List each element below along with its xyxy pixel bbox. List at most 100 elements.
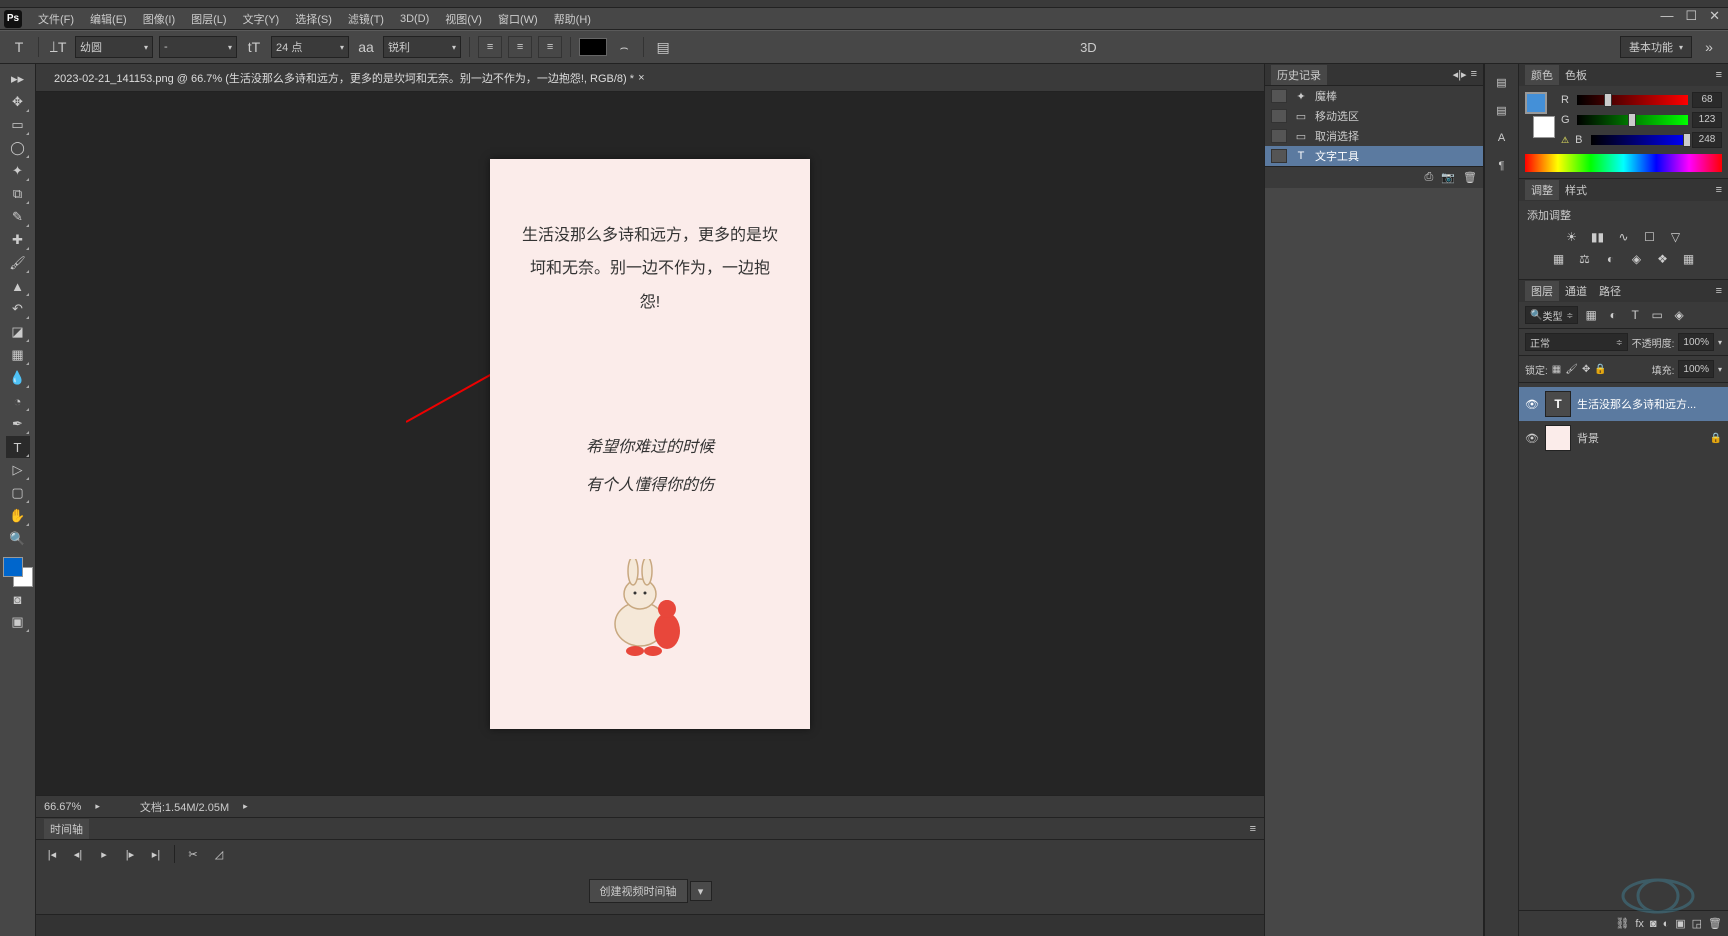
menu-3d[interactable]: 3D(D) xyxy=(392,10,437,28)
collapsed-panel-icon[interactable]: ▤ xyxy=(1492,100,1512,120)
zoom-menu-icon[interactable]: ▸ xyxy=(95,801,100,812)
layer-effects-icon[interactable]: fx xyxy=(1635,918,1644,930)
delete-state-icon[interactable]: 🗑 xyxy=(1463,171,1477,184)
menu-edit[interactable]: 编辑(E) xyxy=(82,8,135,30)
adjustments-tab[interactable]: 调整 xyxy=(1525,180,1559,200)
align-right-button[interactable]: ≡ xyxy=(538,36,562,58)
type-tool[interactable]: T xyxy=(6,436,30,458)
panel-menu-icon[interactable]: » xyxy=(1698,36,1720,58)
zoom-level[interactable]: 66.67% xyxy=(44,801,81,813)
menu-window[interactable]: 窗口(W) xyxy=(490,8,546,30)
menu-layer[interactable]: 图层(L) xyxy=(183,8,234,30)
document-tab-close-icon[interactable]: × xyxy=(638,72,644,84)
panel-menu-icon[interactable]: ≡ xyxy=(1716,285,1722,297)
paths-tab[interactable]: 路径 xyxy=(1593,281,1627,301)
collapsed-panel-icon[interactable]: ¶ xyxy=(1492,156,1512,176)
history-item[interactable]: ▭移动选区 xyxy=(1265,106,1483,126)
pen-tool[interactable]: ✒ xyxy=(6,413,30,435)
photo-filter-icon[interactable]: ◈ xyxy=(1628,251,1646,267)
timeline-menu-icon[interactable]: ≡ xyxy=(1250,823,1256,835)
menu-filter[interactable]: 滤镜(T) xyxy=(340,8,392,30)
new-fill-adjustment-icon[interactable]: ◐ xyxy=(1663,918,1670,930)
brush-tool[interactable]: 🖌 xyxy=(6,252,30,274)
foreground-color-swatch[interactable] xyxy=(3,557,23,577)
color-tab[interactable]: 颜色 xyxy=(1525,65,1559,85)
vibrance-icon[interactable]: ▽ xyxy=(1667,229,1685,245)
layer-item[interactable]: 👁 背景 🔒 xyxy=(1519,421,1728,455)
font-family-dropdown[interactable]: 幼圆▾ xyxy=(75,36,153,58)
blur-tool[interactable]: 💧 xyxy=(6,367,30,389)
create-video-timeline-button[interactable]: 创建视频时间轴 xyxy=(589,879,688,903)
lock-pixels-icon[interactable]: 🖌 xyxy=(1565,364,1578,375)
window-close-icon[interactable]: ✕ xyxy=(1709,8,1720,24)
color-picker-tool[interactable] xyxy=(3,557,33,587)
menu-view[interactable]: 视图(V) xyxy=(437,8,490,30)
color-spectrum[interactable] xyxy=(1525,154,1722,172)
layer-filter-type-dropdown[interactable]: 🔍 类型 ≑ xyxy=(1525,306,1578,324)
timeline-tab[interactable]: 时间轴 xyxy=(44,819,89,839)
workspace-dropdown[interactable]: 基本功能▾ xyxy=(1620,36,1692,58)
blue-value-input[interactable]: 248 xyxy=(1692,132,1722,148)
3d-label[interactable]: 3D xyxy=(1080,40,1097,55)
tool-preset-icon[interactable]: T xyxy=(8,36,30,58)
panel-menu-icon[interactable]: ≡ xyxy=(1471,68,1477,81)
new-group-icon[interactable]: ▣ xyxy=(1675,917,1685,930)
panel-collapse-icon[interactable]: ◂|▸ xyxy=(1453,68,1467,81)
brightness-contrast-icon[interactable]: ☀ xyxy=(1563,229,1581,245)
expand-toolbox-icon[interactable]: ▸▸ xyxy=(6,68,30,90)
hand-tool[interactable]: ✋ xyxy=(6,505,30,527)
canvas-viewport[interactable]: 生活没那么多诗和远方，更多的是坎坷和无奈。别一边不作为，一边抱怨! 希望你难过的… xyxy=(36,92,1264,795)
window-maximize-icon[interactable]: ☐ xyxy=(1685,8,1697,24)
eraser-tool[interactable]: ◪ xyxy=(6,321,30,343)
hue-saturation-icon[interactable]: ▦ xyxy=(1550,251,1568,267)
lock-position-icon[interactable]: ✥ xyxy=(1582,364,1590,375)
menu-image[interactable]: 图像(I) xyxy=(135,8,183,30)
lock-all-icon[interactable]: 🔒 xyxy=(1594,364,1606,375)
quick-mask-icon[interactable]: ◙ xyxy=(6,588,30,610)
align-center-button[interactable]: ≡ xyxy=(508,36,532,58)
fill-input[interactable]: 100% xyxy=(1678,360,1714,378)
timeline-transition-icon[interactable]: ◿ xyxy=(211,846,227,862)
filter-pixel-icon[interactable]: ▦ xyxy=(1582,307,1600,323)
color-panel-swatches[interactable] xyxy=(1525,92,1555,138)
filter-adjustment-icon[interactable]: ◐ xyxy=(1604,307,1622,323)
green-value-input[interactable]: 123 xyxy=(1692,112,1722,128)
doc-info-menu-icon[interactable]: ▸ xyxy=(243,801,248,812)
filter-type-icon[interactable]: T xyxy=(1626,307,1644,323)
history-brush-tool[interactable]: ↶ xyxy=(6,298,30,320)
layer-visibility-icon[interactable]: 👁 xyxy=(1525,432,1539,445)
red-slider[interactable] xyxy=(1577,95,1688,105)
layer-visibility-icon[interactable]: 👁 xyxy=(1525,398,1539,411)
shape-tool[interactable]: ▢ xyxy=(6,482,30,504)
menu-select[interactable]: 选择(S) xyxy=(287,8,340,30)
warp-text-icon[interactable]: ⌢ xyxy=(613,36,635,58)
green-slider[interactable] xyxy=(1577,115,1688,125)
exposure-icon[interactable]: ☐ xyxy=(1641,229,1659,245)
canvas[interactable]: 生活没那么多诗和远方，更多的是坎坷和无奈。别一边不作为，一边抱怨! 希望你难过的… xyxy=(490,159,810,729)
panel-menu-icon[interactable]: ≡ xyxy=(1716,184,1722,196)
new-layer-icon[interactable]: ◲ xyxy=(1692,917,1702,930)
timeline-first-frame-icon[interactable]: |◂ xyxy=(44,846,60,862)
timeline-type-dropdown-icon[interactable]: ▾ xyxy=(690,881,712,901)
text-color-swatch[interactable] xyxy=(579,38,607,56)
timeline-last-frame-icon[interactable]: ▸| xyxy=(148,846,164,862)
filter-smart-icon[interactable]: ◈ xyxy=(1670,307,1688,323)
clone-stamp-tool[interactable]: ▲ xyxy=(6,275,30,297)
blue-slider[interactable] xyxy=(1591,135,1688,145)
text-orientation-icon[interactable]: ⟘T xyxy=(47,36,69,58)
align-left-button[interactable]: ≡ xyxy=(478,36,502,58)
font-style-dropdown[interactable]: -▾ xyxy=(159,36,237,58)
eyedropper-tool[interactable]: ✎ xyxy=(6,206,30,228)
link-layers-icon[interactable]: ⛓ xyxy=(1615,917,1629,930)
channels-tab[interactable]: 通道 xyxy=(1559,281,1593,301)
healing-brush-tool[interactable]: ✚ xyxy=(6,229,30,251)
styles-tab[interactable]: 样式 xyxy=(1559,180,1593,200)
dodge-tool[interactable]: ◔ xyxy=(6,390,30,412)
anti-alias-dropdown[interactable]: 锐利▾ xyxy=(383,36,461,58)
menu-help[interactable]: 帮助(H) xyxy=(546,8,599,30)
move-tool[interactable]: ✥ xyxy=(6,91,30,113)
magic-wand-tool[interactable]: ✦ xyxy=(6,160,30,182)
marquee-tool[interactable]: ▭ xyxy=(6,114,30,136)
menu-type[interactable]: 文字(Y) xyxy=(235,8,288,30)
font-size-dropdown[interactable]: 24 点▾ xyxy=(271,36,349,58)
